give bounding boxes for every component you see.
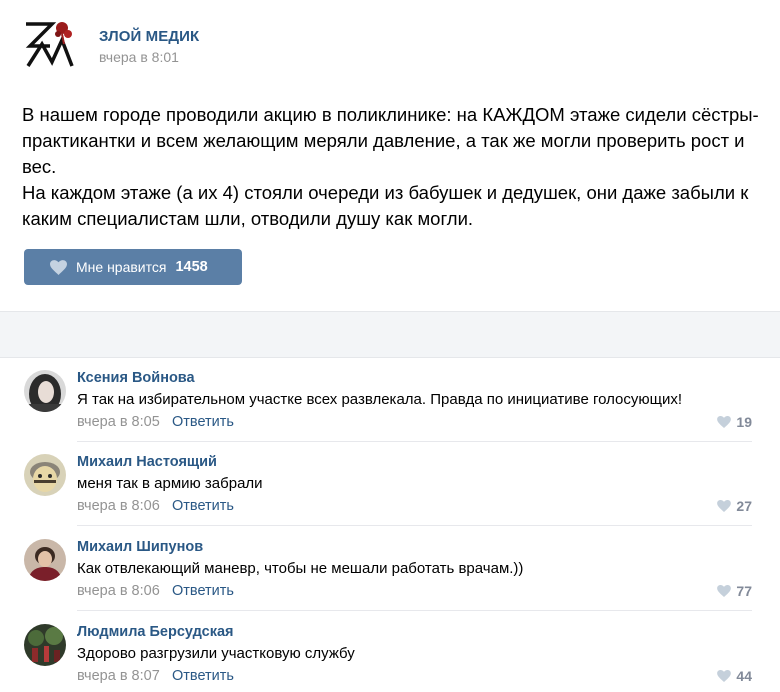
group-logo-zm-icon xyxy=(25,22,74,67)
group-logo[interactable] xyxy=(22,16,78,72)
comment-like-count: 27 xyxy=(736,498,752,514)
avatar-image xyxy=(24,624,66,666)
comment-date[interactable]: вчера в 8:06 xyxy=(77,498,160,514)
heart-icon xyxy=(50,259,67,275)
avatar-image xyxy=(24,370,66,412)
comment-text: Как отвлекающий маневр, чтобы не мешали … xyxy=(77,560,524,577)
heart-icon xyxy=(717,416,732,428)
comment-like-button[interactable]: 77 xyxy=(717,583,752,599)
comment-text: меня так в армию забрали xyxy=(77,475,263,492)
heart-icon xyxy=(717,670,732,682)
heart-icon xyxy=(717,500,732,512)
avatar-image xyxy=(24,539,66,581)
post-date[interactable]: вчера в 8:01 xyxy=(99,49,179,65)
comment-like-count: 19 xyxy=(736,414,752,430)
post-text-paragraph-2: На каждом этаже (а их 4) стояли очереди … xyxy=(22,182,749,229)
avatar[interactable] xyxy=(24,539,66,581)
comment-item: Ксения Войнова Я так на избирательном уч… xyxy=(0,358,780,442)
comment-item: Михаил Шипунов Как отвлекающий маневр, ч… xyxy=(0,527,780,611)
avatar-image xyxy=(24,454,66,496)
comment-date[interactable]: вчера в 8:06 xyxy=(77,583,160,599)
comment-like-count: 77 xyxy=(736,583,752,599)
comment-date[interactable]: вчера в 8:07 xyxy=(77,668,160,684)
post-text-paragraph-1: В нашем городе проводили акцию в поликли… xyxy=(22,104,759,177)
comments-separator xyxy=(0,311,780,358)
reply-link[interactable]: Ответить xyxy=(172,414,234,430)
post-text: В нашем городе проводили акцию в поликли… xyxy=(22,102,762,232)
comment-like-count: 44 xyxy=(736,668,752,684)
comment-divider xyxy=(77,525,752,526)
like-button[interactable]: Мне нравится 1458 xyxy=(24,249,242,285)
reply-link[interactable]: Ответить xyxy=(172,668,234,684)
comment-text: Я так на избирательном участке всех разв… xyxy=(77,391,683,408)
comment-author-link[interactable]: Михаил Шипунов xyxy=(77,539,203,555)
reply-link[interactable]: Ответить xyxy=(172,583,234,599)
comment-date[interactable]: вчера в 8:05 xyxy=(77,414,160,430)
comment-author-link[interactable]: Людмила Берсудская xyxy=(77,624,233,640)
like-label: Мне нравится xyxy=(76,259,167,275)
comment-item: Михаил Настоящий меня так в армию забрал… xyxy=(0,442,780,526)
comment-author-link[interactable]: Михаил Настоящий xyxy=(77,454,217,470)
reply-link[interactable]: Ответить xyxy=(172,498,234,514)
comment-like-button[interactable]: 19 xyxy=(717,414,752,430)
comment-item: Людмила Берсудская Здорово разгрузили уч… xyxy=(0,612,780,692)
avatar[interactable] xyxy=(24,454,66,496)
heart-icon xyxy=(717,585,732,597)
comment-like-button[interactable]: 27 xyxy=(717,498,752,514)
group-name-link[interactable]: ЗЛОЙ МЕДИК xyxy=(99,28,199,45)
comment-author-link[interactable]: Ксения Войнова xyxy=(77,370,195,386)
avatar[interactable] xyxy=(24,370,66,412)
comment-like-button[interactable]: 44 xyxy=(717,668,752,684)
comment-divider xyxy=(77,610,752,611)
post-header: ЗЛОЙ МЕДИК вчера в 8:01 xyxy=(0,0,780,90)
comment-text: Здорово разгрузили участковую службу xyxy=(77,645,355,662)
avatar[interactable] xyxy=(24,624,66,666)
like-count: 1458 xyxy=(175,259,208,275)
